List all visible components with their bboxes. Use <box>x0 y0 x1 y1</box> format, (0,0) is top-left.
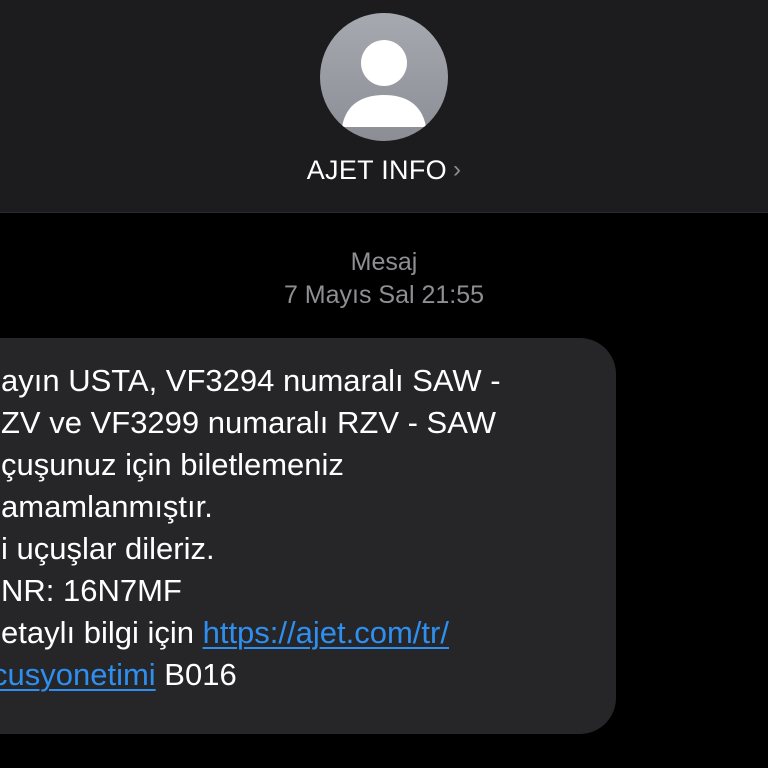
chevron-right-icon: › <box>452 156 462 183</box>
conversation-header: AJET INFO › <box>0 0 768 213</box>
message-line-4: amamlanmıştır. <box>1 489 213 524</box>
message-line-7: etaylı bilgi için https://ajet.com/tr/ <box>1 612 449 654</box>
message-meta: Mesaj 7 Mayıs Sal 21:55 <box>0 246 768 312</box>
message-line-8: cusyonetimi B016 <box>0 654 237 696</box>
message-line-2: ZV ve VF3299 numaralı RZV - SAW <box>1 405 497 440</box>
message-type-label: Mesaj <box>350 248 418 276</box>
contact-name: AJET INFO <box>306 155 447 185</box>
message-line-5: i uçuşlar dileriz. <box>1 531 215 566</box>
message-link-part-2[interactable]: cusyonetimi <box>0 657 156 692</box>
message-link-part-1[interactable]: https://ajet.com/tr/ <box>203 615 449 650</box>
messages-screen: AJET INFO › Mesaj 7 Mayıs Sal 21:55 ayın … <box>0 0 768 768</box>
message-suffix: B016 <box>155 657 237 692</box>
message-line-7-text: etaylı bilgi için <box>1 615 203 650</box>
message-timestamp: 7 Mayıs Sal 21:55 <box>283 281 485 309</box>
message-line-1: ayın USTA, VF3294 numaralı SAW - <box>1 363 501 398</box>
contact-avatar-icon[interactable] <box>320 13 448 141</box>
message-line-6: NR: 16N7MF <box>1 573 182 608</box>
message-line-3: çuşunuz için biletlemeniz <box>1 447 344 482</box>
contact-name-button[interactable]: AJET INFO › <box>0 152 768 188</box>
person-silhouette-icon <box>342 40 426 127</box>
